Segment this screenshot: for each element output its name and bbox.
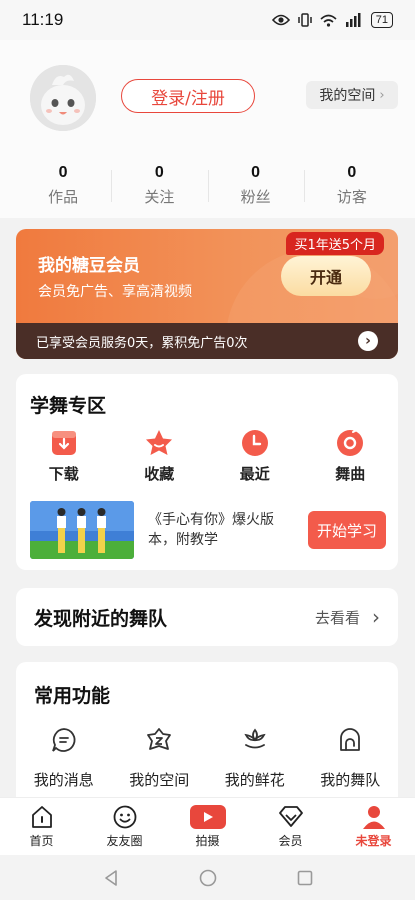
shortcut-download[interactable]: 下载 bbox=[16, 428, 112, 484]
nearby-teams-card[interactable]: 发现附近的舞队 去看看 › bbox=[16, 588, 398, 646]
stat-value: 0 bbox=[347, 164, 357, 181]
arrow-right-icon: › bbox=[358, 331, 378, 351]
status-icons: 71 bbox=[271, 12, 393, 28]
space-icon bbox=[147, 728, 172, 750]
dance-section-title: 学舞专区 bbox=[30, 395, 107, 417]
course-title[interactable]: 《手心有你》爆火版本，附教学 bbox=[148, 510, 296, 550]
promo-badge: 买1年送5个月 bbox=[286, 232, 384, 255]
status-time: 11:19 bbox=[22, 10, 64, 29]
stat-value: 0 bbox=[154, 164, 164, 181]
tab-label: 未登录 bbox=[355, 834, 392, 848]
tab-label: 会员 bbox=[278, 834, 303, 848]
dance-shortcuts: 下载 收藏 最近 舞曲 bbox=[16, 428, 398, 484]
tab-label: 拍摄 bbox=[195, 834, 220, 848]
profile-header: 登录/注册 我的空间 › 0 作品 0 关注 0 粉丝 0 访客 bbox=[0, 40, 415, 218]
function-messages[interactable]: 我的消息 bbox=[16, 726, 112, 790]
dance-learning-card: 学舞专区 下载 收藏 最近 舞曲 《手心有你》爆火版本，附教学 开始学习 bbox=[16, 374, 398, 570]
function-label: 我的鲜花 bbox=[224, 771, 285, 789]
stat-label: 关注 bbox=[144, 188, 175, 206]
go-see-label: 去看看 bbox=[314, 608, 360, 627]
my-space-link[interactable]: 我的空间 › bbox=[306, 81, 398, 109]
membership-title: 我的糖豆会员 bbox=[38, 256, 140, 276]
stat-fans[interactable]: 0 粉丝 bbox=[207, 164, 304, 207]
download-icon bbox=[51, 431, 76, 455]
stat-label: 作品 bbox=[48, 188, 79, 206]
shortcut-recent[interactable]: 最近 bbox=[207, 428, 303, 484]
tab-shoot[interactable]: 拍摄 bbox=[166, 798, 249, 855]
common-functions-title: 常用功能 bbox=[34, 685, 111, 707]
shortcut-favorites[interactable]: 收藏 bbox=[112, 428, 208, 484]
tab-home[interactable]: 首页 bbox=[0, 798, 83, 855]
tab-member[interactable]: 会员 bbox=[249, 798, 332, 855]
diamond-icon bbox=[278, 806, 303, 827]
tab-label: 友友圈 bbox=[106, 834, 143, 848]
profile-stats: 0 作品 0 关注 0 粉丝 0 访客 bbox=[15, 164, 400, 207]
chevron-right-icon: › bbox=[379, 87, 385, 103]
stat-following[interactable]: 0 关注 bbox=[111, 164, 207, 207]
shortcut-label: 舞曲 bbox=[335, 465, 366, 483]
membership-subtitle: 会员免广告、享高清视频 bbox=[38, 284, 192, 300]
shortcut-label: 下载 bbox=[48, 465, 79, 483]
status-bar: 11:19 71 bbox=[0, 0, 415, 40]
function-row: 我的消息 我的空间 我的鲜花 我的舞队 bbox=[16, 726, 398, 790]
stat-visitors[interactable]: 0 访客 bbox=[303, 164, 400, 207]
wifi-icon bbox=[320, 14, 337, 27]
tab-friends[interactable]: 友友圈 bbox=[83, 798, 166, 855]
stat-works[interactable]: 0 作品 bbox=[15, 164, 111, 207]
login-register-button[interactable]: 登录/注册 bbox=[121, 79, 255, 113]
bottom-tab-bar: 首页 友友圈 拍摄 会员 未登录 bbox=[0, 797, 415, 855]
smile-icon bbox=[113, 805, 136, 829]
function-label: 我的消息 bbox=[33, 771, 94, 789]
open-membership-button[interactable]: 开通 bbox=[281, 256, 371, 296]
stat-label: 粉丝 bbox=[240, 188, 271, 206]
function-team[interactable]: 我的舞队 bbox=[303, 726, 399, 790]
star-icon bbox=[146, 430, 173, 455]
message-icon bbox=[51, 728, 76, 752]
signal-icon bbox=[345, 13, 361, 27]
membership-status-bar[interactable]: 已享受会员服务0天，累积免广告0次 › bbox=[16, 323, 398, 359]
function-space[interactable]: 我的空间 bbox=[112, 726, 208, 790]
shortcut-music[interactable]: 舞曲 bbox=[303, 428, 399, 484]
avatar[interactable] bbox=[30, 65, 96, 131]
function-label: 我的空间 bbox=[129, 771, 190, 789]
home-circle-icon[interactable] bbox=[199, 869, 217, 887]
avatar-placeholder-icon bbox=[30, 65, 96, 131]
battery-indicator: 71 bbox=[370, 12, 393, 28]
user-icon bbox=[362, 806, 385, 829]
tab-label: 首页 bbox=[29, 834, 54, 848]
team-icon bbox=[340, 728, 361, 751]
start-learning-button[interactable]: 开始学习 bbox=[308, 511, 386, 549]
flower-icon bbox=[244, 728, 266, 749]
clock-icon bbox=[241, 430, 268, 456]
shortcut-label: 最近 bbox=[239, 465, 270, 483]
nearby-teams-title: 发现附近的舞队 bbox=[34, 607, 168, 630]
home-icon bbox=[31, 806, 52, 828]
vibrate-icon bbox=[298, 13, 312, 27]
membership-banner[interactable]: 我的糖豆会员 会员免广告、享高清视频 买1年送5个月 开通 已享受会员服务0天，… bbox=[16, 229, 398, 359]
chevron-right-icon: › bbox=[372, 605, 380, 629]
membership-status-text: 已享受会员服务0天，累积免广告0次 bbox=[36, 335, 248, 351]
dance-video-thumbnail bbox=[30, 501, 134, 559]
recent-apps-icon[interactable] bbox=[297, 870, 313, 886]
stat-label: 访客 bbox=[336, 188, 367, 206]
tab-not-logged-in[interactable]: 未登录 bbox=[332, 798, 415, 855]
shortcut-label: 收藏 bbox=[144, 465, 175, 483]
go-see-link[interactable]: 去看看 › bbox=[315, 605, 380, 629]
course-thumbnail[interactable] bbox=[30, 501, 134, 559]
function-flowers[interactable]: 我的鲜花 bbox=[207, 726, 303, 790]
eye-icon bbox=[271, 14, 290, 26]
camera-icon bbox=[189, 805, 226, 829]
function-label: 我的舞队 bbox=[320, 771, 381, 789]
my-space-label: 我的空间 bbox=[319, 88, 376, 104]
stat-value: 0 bbox=[251, 164, 261, 181]
back-icon[interactable] bbox=[103, 869, 119, 887]
system-navigation-bar bbox=[0, 855, 415, 900]
music-disc-icon bbox=[337, 429, 364, 456]
stat-value: 0 bbox=[58, 164, 68, 181]
